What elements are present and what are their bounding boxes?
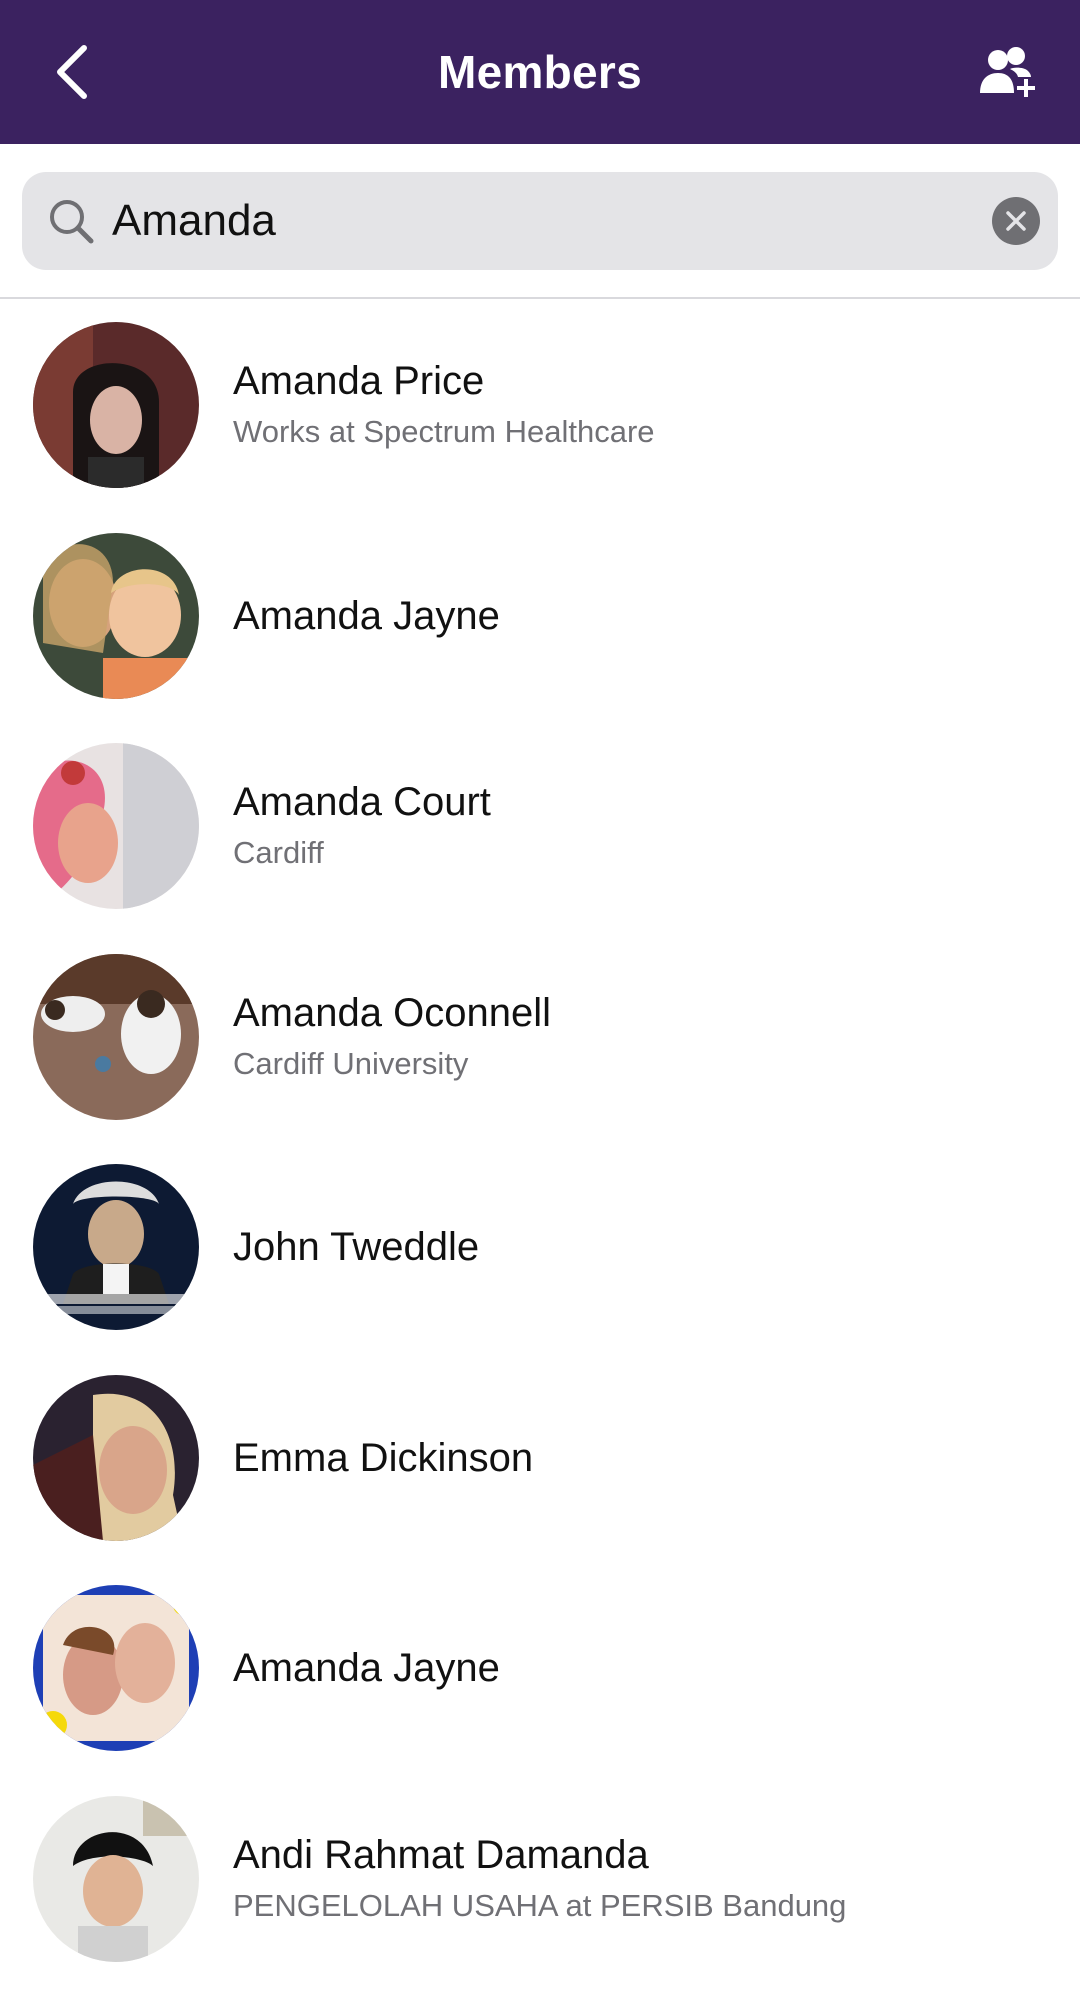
member-name: Amanda Oconnell [233, 990, 551, 1035]
member-name: John Tweddle [233, 1225, 480, 1270]
member-subtitle: Cardiff University [233, 1045, 469, 1081]
member-subtitle: Works at Spectrum Healthcare [233, 414, 655, 450]
search-input[interactable] [112, 196, 992, 246]
member-name: Emma Dickinson [233, 1435, 534, 1480]
avatar [33, 532, 199, 699]
chevron-left-icon [57, 45, 87, 99]
avatar [33, 1795, 199, 1962]
avatar [33, 1374, 199, 1541]
add-member-button[interactable] [972, 40, 1044, 104]
member-name: Amanda Jayne [233, 593, 500, 638]
member-row[interactable]: Amanda Jayne [0, 1563, 1080, 1774]
member-list: Amanda Price Works at Spectrum Healthcar… [0, 300, 1080, 1984]
member-name: Andi Rahmat Damanda [233, 1832, 649, 1877]
page-title: Members [437, 46, 643, 98]
member-row[interactable]: Amanda Jayne [0, 511, 1080, 722]
member-row[interactable]: Amanda Oconnell Cardiff University [0, 932, 1080, 1143]
header-bar: Members [0, 0, 1080, 144]
search-icon [40, 190, 102, 252]
avatar [33, 1585, 199, 1752]
clear-search-button[interactable] [992, 197, 1040, 245]
member-name: Amanda Price [233, 359, 485, 404]
member-name: Amanda Jayne [233, 1646, 500, 1691]
avatar [33, 322, 199, 489]
back-button[interactable] [40, 40, 104, 104]
member-row[interactable]: Amanda Court Cardiff [0, 721, 1080, 932]
member-row[interactable]: Emma Dickinson [0, 1353, 1080, 1564]
clear-circle-icon [1006, 211, 1026, 231]
member-name: Amanda Court [233, 780, 491, 825]
avatar [33, 1164, 199, 1331]
search-bar[interactable] [22, 172, 1058, 270]
avatar [33, 953, 199, 1120]
member-row[interactable]: John Tweddle [0, 1142, 1080, 1353]
add-member-icon [980, 47, 1035, 97]
search-section [0, 144, 1080, 299]
member-row[interactable]: Andi Rahmat Damanda PENGELOLAH USAHA at … [0, 1774, 1080, 1985]
member-row[interactable]: Amanda Price Works at Spectrum Healthcar… [0, 300, 1080, 511]
avatar [33, 743, 199, 910]
member-subtitle: Cardiff [233, 835, 324, 871]
member-subtitle: PENGELOLAH USAHA at PERSIB Bandung [233, 1887, 847, 1923]
members-screen: Members Amanda Amanda Price Works at Spe… [0, 0, 1080, 1991]
